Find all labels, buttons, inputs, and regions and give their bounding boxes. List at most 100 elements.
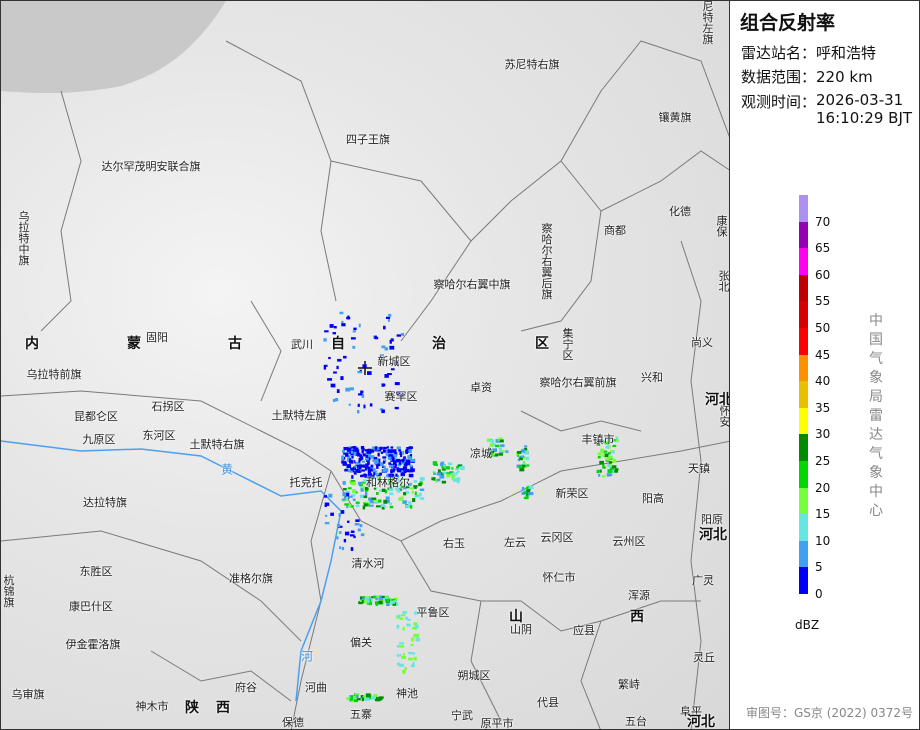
colorbar-swatch (799, 221, 808, 249)
echo-pixel (383, 446, 387, 450)
place-label: 新荣区 (555, 487, 589, 500)
echo-pixel (407, 657, 413, 661)
echo-pixel (450, 472, 455, 475)
echo-pixel (327, 378, 333, 381)
echo-pixel (402, 653, 406, 656)
echo-pixel (342, 492, 347, 497)
echo-pixel (382, 449, 386, 453)
colorbar-tick: 35 (815, 400, 831, 415)
echo-pixel (352, 498, 356, 501)
echo-pixel (353, 695, 356, 699)
echo-pixel (324, 504, 327, 508)
echo-pixel (610, 467, 613, 470)
echo-pixel (396, 653, 399, 657)
place-label: 化德 (669, 205, 691, 218)
echo-pixel (418, 492, 422, 497)
echo-pixel (397, 662, 400, 666)
date-value: 2026-03-31 (816, 91, 904, 109)
echo-pixel (352, 345, 356, 349)
echo-pixel (341, 455, 345, 460)
echo-pixel (375, 505, 381, 508)
echo-pixel (363, 495, 368, 499)
echo-pixel (394, 463, 398, 467)
echo-pixel (380, 451, 384, 454)
time-value: 2026-03-31 16:10:29 BJT (816, 91, 912, 127)
echo-pixel (339, 531, 342, 535)
echo-pixel (341, 460, 345, 464)
echo-pixel (362, 460, 365, 463)
echo-pixel (383, 465, 386, 469)
echo-pixel (343, 538, 347, 543)
echo-pixel (324, 495, 328, 498)
echo-pixel (505, 450, 509, 453)
echo-pixel (500, 444, 505, 447)
echo-pixel (602, 454, 605, 458)
echo-pixel (389, 339, 392, 344)
place-label: 张北 (717, 270, 730, 292)
echo-pixel (414, 491, 417, 496)
echo-pixel (492, 453, 496, 456)
echo-pixel (387, 449, 393, 453)
echo-pixel (373, 462, 379, 465)
echo-pixel (410, 643, 414, 646)
province-label: 山 (509, 609, 523, 625)
echo-pixel (608, 455, 613, 459)
place-label: 乌审旗 (11, 688, 45, 701)
echo-pixel (525, 456, 530, 461)
radar-map[interactable]: 苏尼特左旗 苏尼特右旗 镶黄旗 四子王旗 达尔罕茂明安联合旗 乌拉特中旗 察哈尔右翼后旗 商都… (0, 0, 730, 730)
echo-pixel (366, 693, 371, 697)
echo-pixel (351, 475, 354, 479)
unit-label: dBZ (795, 618, 820, 632)
echo-pixel (381, 409, 385, 414)
echo-pixel (389, 464, 394, 468)
place-label: 神木市 (135, 700, 169, 713)
echo-pixel (385, 316, 391, 319)
colorbar-tick: 20 (815, 480, 831, 495)
echo-pixel (406, 461, 411, 465)
province-label: 河北 (687, 714, 715, 730)
echo-pixel (344, 469, 348, 472)
place-label: 卓资 (470, 381, 492, 394)
echo-pixel (345, 495, 349, 500)
echo-pixel (347, 520, 350, 523)
echo-pixel (411, 490, 414, 494)
place-label: 四子王旗 (346, 133, 390, 146)
echo-pixel (390, 469, 393, 474)
echo-pixel (447, 462, 453, 466)
place-label: 代县 (537, 696, 559, 709)
echo-pixel (405, 616, 408, 620)
echo-pixel (419, 488, 425, 491)
echo-pixel (403, 456, 406, 459)
echo-pixel (499, 439, 504, 443)
echo-pixel (392, 468, 396, 471)
colorbar-swatch (799, 487, 808, 515)
echo-pixel (342, 449, 345, 453)
echo-pixel (341, 323, 346, 327)
echo-pixel (336, 523, 341, 528)
echo-pixel (385, 598, 389, 603)
echo-pixel (406, 468, 410, 472)
province-label: 蒙 (127, 336, 141, 352)
place-label: 察哈尔右翼后旗 (540, 222, 553, 300)
place-label: 新城区 (377, 355, 411, 368)
echo-pixel (597, 452, 603, 456)
echo-pixel (456, 466, 459, 469)
colorbar-tick: 40 (815, 374, 831, 389)
echo-pixel (403, 492, 407, 496)
echo-pixel (412, 661, 415, 666)
echo-pixel (521, 455, 524, 459)
range-value: 220 km (816, 68, 873, 86)
place-label: 五寨 (350, 708, 372, 721)
place-label: 乌拉特前旗 (26, 368, 82, 381)
echo-pixel (352, 330, 356, 333)
echo-pixel (606, 473, 611, 477)
echo-pixel (341, 546, 345, 551)
place-label: 清水河 (351, 557, 385, 570)
place-label: 五台 (625, 715, 647, 728)
colorbar-swatch (799, 540, 808, 568)
map-approval-number: 审图号：GS京 (2022) 0372号 (746, 706, 913, 720)
echo-pixel (360, 533, 365, 537)
echo-pixel (353, 327, 357, 331)
place-label: 天镇 (688, 462, 710, 475)
echo-pixel (343, 355, 347, 359)
